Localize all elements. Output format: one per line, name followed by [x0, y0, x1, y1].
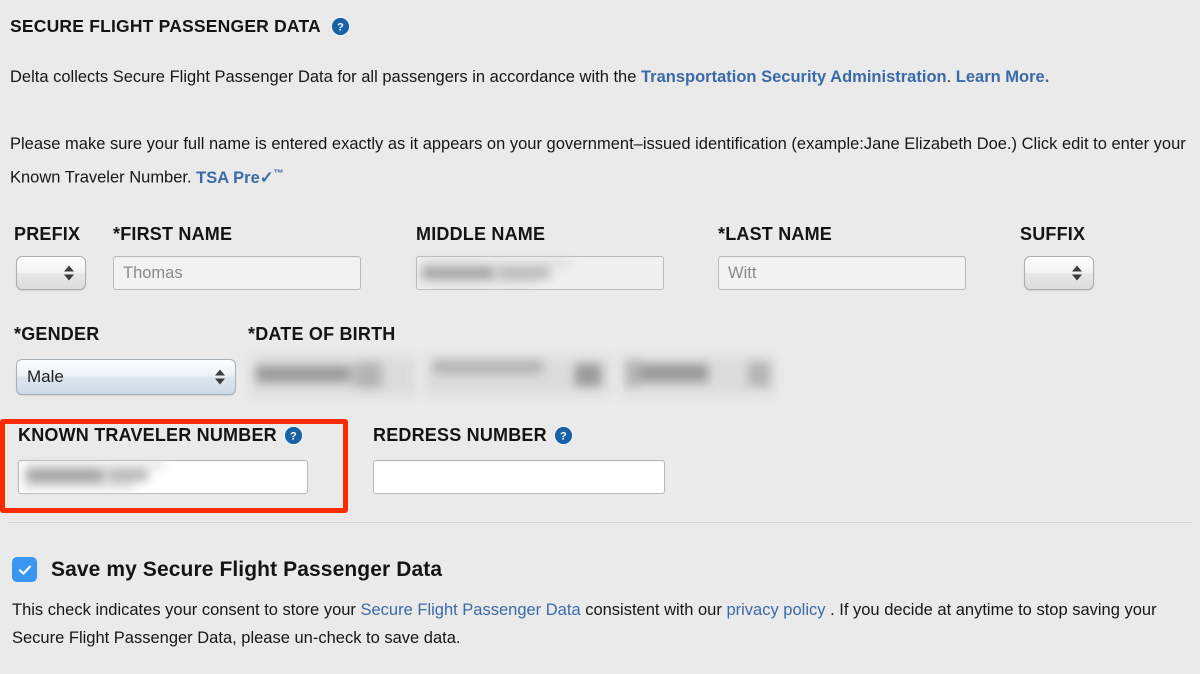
date-of-birth-label: *DATE OF BIRTH [248, 324, 396, 344]
section-header: SECURE FLIGHT PASSENGER DATA ? [10, 16, 349, 37]
privacy-policy-link[interactable]: privacy policy [726, 601, 825, 619]
tsa-link[interactable]: Transportation Security Administration [641, 68, 947, 86]
trademark-symbol: ™ [273, 168, 284, 179]
help-circle-icon[interactable]: ? [331, 18, 349, 35]
gender-select[interactable]: Male [16, 359, 236, 395]
svg-text:?: ? [560, 430, 567, 442]
help-circle-icon[interactable]: ? [284, 427, 302, 444]
known-traveler-number-input[interactable] [18, 460, 308, 494]
intro-paragraph-name-instructions: Please make sure your full name is enter… [10, 130, 1190, 193]
prefix-label: PREFIX [14, 224, 81, 244]
redress-number-label-group: REDRESS NUMBER ? [373, 425, 572, 446]
gender-label: *GENDER [14, 324, 100, 344]
secure-flight-passenger-data-link[interactable]: Secure Flight Passenger Data [361, 601, 581, 619]
dob-year-select[interactable] [620, 359, 770, 395]
dob-day-select[interactable] [425, 359, 605, 395]
suffix-select[interactable] [1024, 256, 1094, 290]
consent-text-part2: consistent with our [580, 601, 727, 619]
redress-number-label: REDRESS NUMBER [373, 425, 547, 445]
checkmark-icon [18, 565, 31, 575]
svg-text:?: ? [290, 430, 297, 442]
save-data-checkbox[interactable] [12, 557, 37, 582]
save-data-consent-row: Save my Secure Flight Passenger Data [12, 557, 442, 582]
secure-flight-passenger-data-panel: SECURE FLIGHT PASSENGER DATA ? Delta col… [0, 0, 1200, 674]
gender-selected-value: Male [27, 367, 64, 386]
prefix-select[interactable] [16, 256, 86, 290]
middle-name-label: MIDDLE NAME [416, 224, 546, 244]
intro-text-1: Delta collects Secure Flight Passenger D… [10, 68, 641, 86]
first-name-input[interactable] [113, 256, 361, 290]
section-divider [8, 522, 1192, 523]
first-name-label: *FIRST NAME [113, 224, 233, 244]
dob-month-select[interactable] [250, 359, 410, 395]
save-data-checkbox-label: Save my Secure Flight Passenger Data [51, 557, 443, 581]
tsa-precheck-link[interactable]: TSA Pre✓™ [196, 168, 284, 187]
last-name-label: *LAST NAME [718, 224, 832, 244]
learn-more-link[interactable]: Learn More. [956, 68, 1050, 86]
last-name-input[interactable] [718, 256, 966, 290]
intro-text-2: Please make sure your full name is enter… [10, 135, 1186, 187]
consent-text-part1: This check indicates your consent to sto… [12, 601, 361, 619]
known-traveler-number-label: KNOWN TRAVELER NUMBER [18, 425, 277, 445]
help-circle-icon[interactable]: ? [554, 427, 572, 444]
stepper-arrows-icon [1072, 265, 1082, 281]
svg-text:?: ? [337, 21, 344, 33]
stepper-arrows-icon [64, 265, 74, 281]
tsa-precheck-label: TSA Pre✓ [196, 168, 274, 187]
intro-text-1-mid: . [946, 68, 956, 86]
known-traveler-number-label-group: KNOWN TRAVELER NUMBER ? [18, 425, 302, 446]
stepper-arrows-icon [215, 369, 225, 385]
consent-description: This check indicates your consent to sto… [12, 596, 1192, 652]
page-title: SECURE FLIGHT PASSENGER DATA [10, 16, 321, 36]
suffix-label: SUFFIX [1020, 224, 1086, 244]
intro-paragraph-tsa: Delta collects Secure Flight Passenger D… [10, 63, 1049, 91]
redress-number-input[interactable] [373, 460, 665, 494]
middle-name-input[interactable] [416, 256, 664, 290]
